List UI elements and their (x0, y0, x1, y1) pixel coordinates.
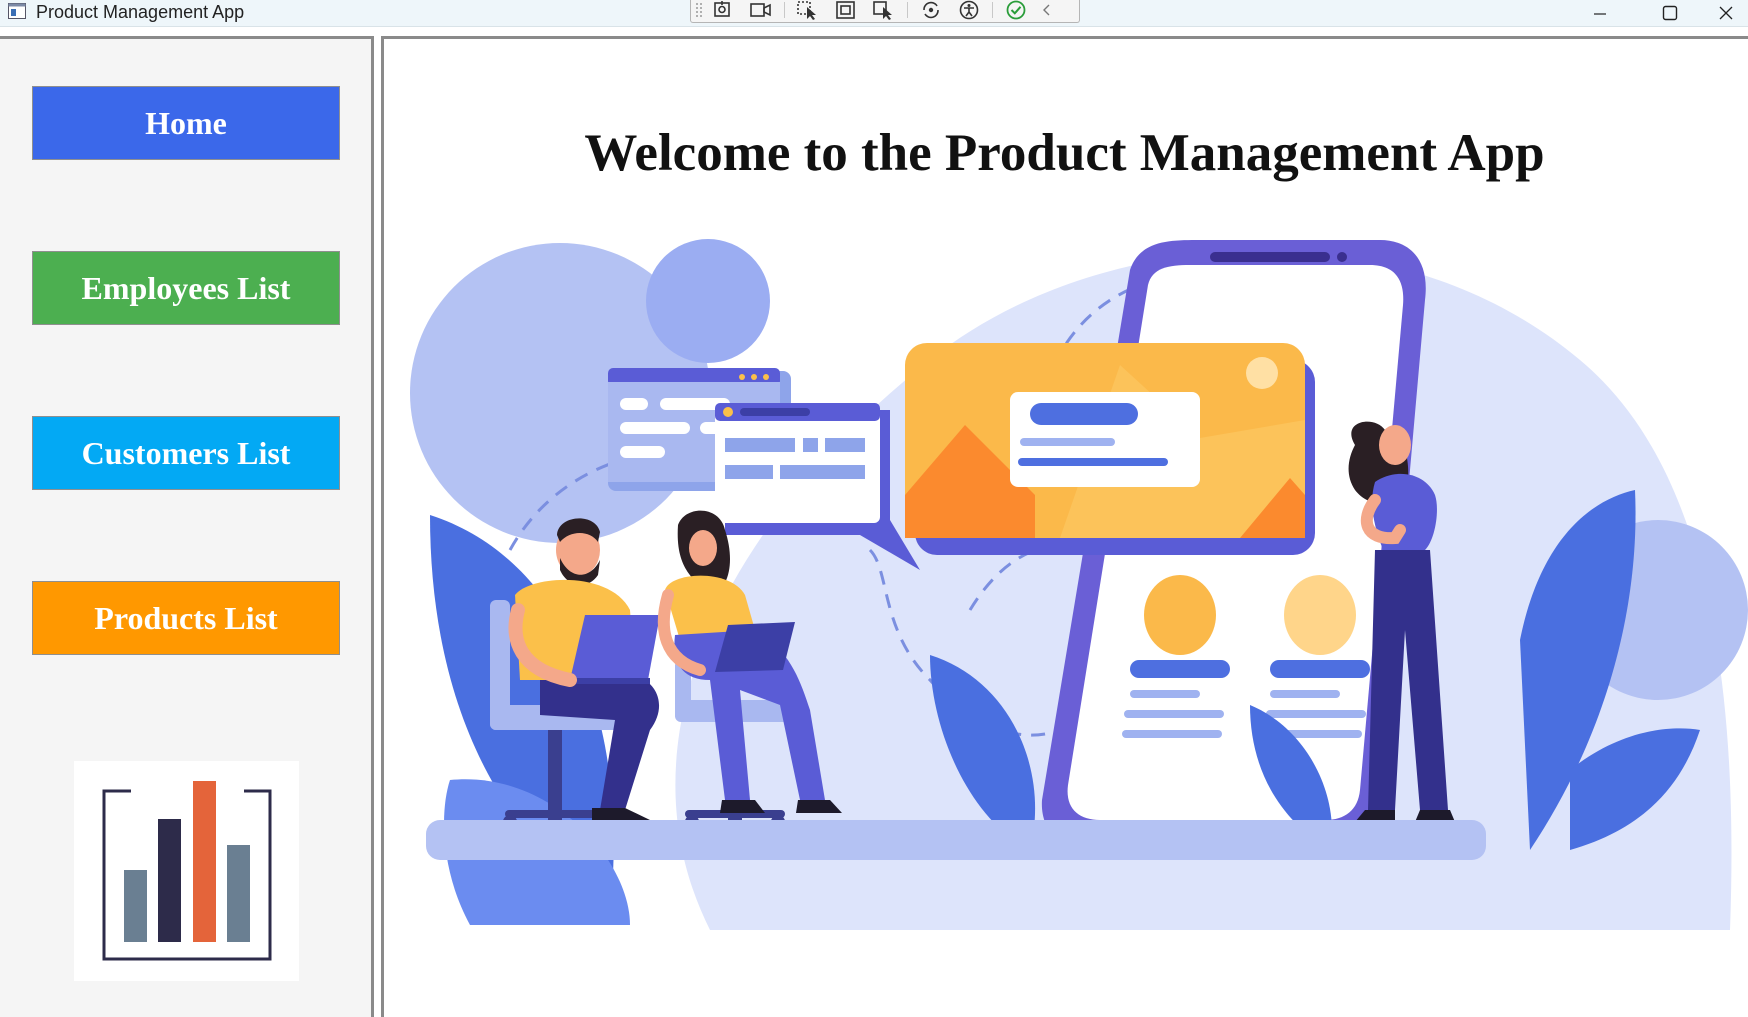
layout-adorner-icon[interactable] (830, 0, 862, 21)
page-title: Welcome to the Product Management App (584, 124, 1545, 182)
home-button[interactable]: Home (32, 86, 340, 160)
toolbar-separator (784, 2, 785, 18)
bar-chart-logo (74, 761, 299, 981)
record-icon[interactable] (745, 0, 777, 21)
maximize-icon[interactable] (1640, 0, 1700, 26)
collapse-icon[interactable] (1038, 0, 1056, 21)
app-window-icon (8, 3, 26, 19)
grip-icon[interactable] (694, 1, 704, 19)
xaml-debug-toolbar (690, 0, 1080, 23)
customers-list-button[interactable]: Customers List (32, 416, 340, 490)
minimize-icon[interactable] (1570, 0, 1630, 26)
binding-check-icon[interactable] (1000, 0, 1032, 21)
select-element-icon[interactable] (707, 0, 739, 21)
window-title: Product Management App (36, 2, 245, 22)
employees-list-button[interactable]: Employees List (32, 251, 340, 325)
pointer-select-icon[interactable] (792, 0, 824, 21)
toolbar-separator (992, 2, 993, 18)
hot-reload-icon[interactable] (915, 0, 947, 21)
close-icon[interactable] (1704, 0, 1748, 26)
title-bar: Product Management App (0, 0, 1748, 27)
team-working-on-mobile-app-illustration (410, 239, 1748, 931)
toolbar-separator (907, 2, 908, 18)
accessibility-icon[interactable] (953, 0, 985, 21)
products-list-button[interactable]: Products List (32, 581, 340, 655)
track-focus-icon[interactable] (868, 0, 900, 21)
